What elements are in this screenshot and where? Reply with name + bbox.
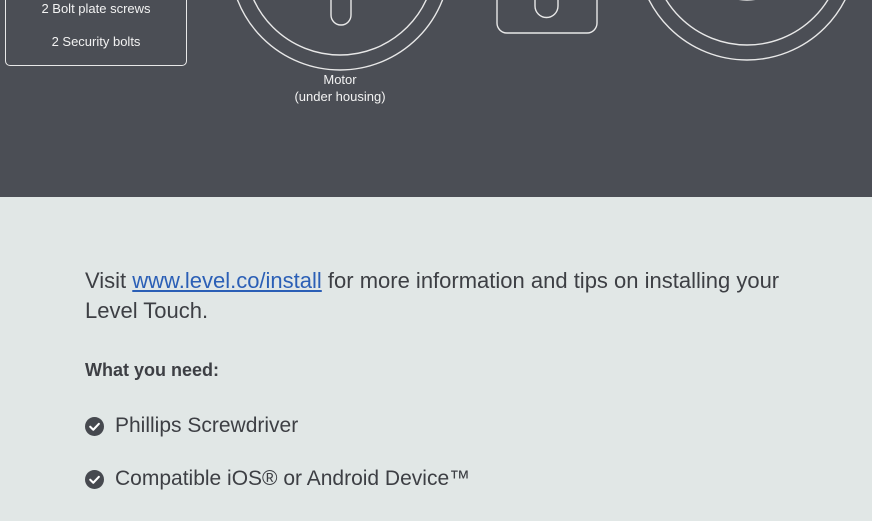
motor-slot <box>330 0 352 26</box>
check-circle-icon <box>85 416 104 436</box>
square-component-arc <box>534 0 559 19</box>
install-info-prefix: Visit <box>85 268 133 293</box>
instructions-panel: Visit www.level.co/install for more info… <box>0 197 872 521</box>
motor-housing-outer <box>236 0 444 71</box>
motor-label: Motor (under housing) <box>240 71 440 105</box>
part-bolt-plate-screws: 2 Bolt plate screws <box>41 1 151 16</box>
install-info-text: Visit www.level.co/install for more info… <box>85 266 825 326</box>
motor-label-subtitle: (under housing) <box>294 89 386 104</box>
part-security-bolts: 2 Security bolts <box>51 34 141 49</box>
check-circle-icon <box>85 469 104 489</box>
requirement-item: Phillips Screwdriver <box>85 413 298 439</box>
parts-illustration-panel: 2 Bolt plate screws 2 Security bolts Mot… <box>0 0 872 197</box>
install-link[interactable]: www.level.co/install <box>132 268 322 293</box>
square-component <box>496 0 598 34</box>
parts-list-box: 2 Bolt plate screws 2 Security bolts <box>5 0 187 66</box>
motor-label-title: Motor <box>323 72 357 87</box>
requirement-label: Phillips Screwdriver <box>115 414 299 437</box>
requirement-label: Compatible iOS® or Android Device™ <box>115 467 471 490</box>
ring-outer <box>648 0 846 61</box>
requirement-item: Compatible iOS® or Android Device™ <box>85 466 470 492</box>
requirements-title: What you need: <box>85 360 219 380</box>
